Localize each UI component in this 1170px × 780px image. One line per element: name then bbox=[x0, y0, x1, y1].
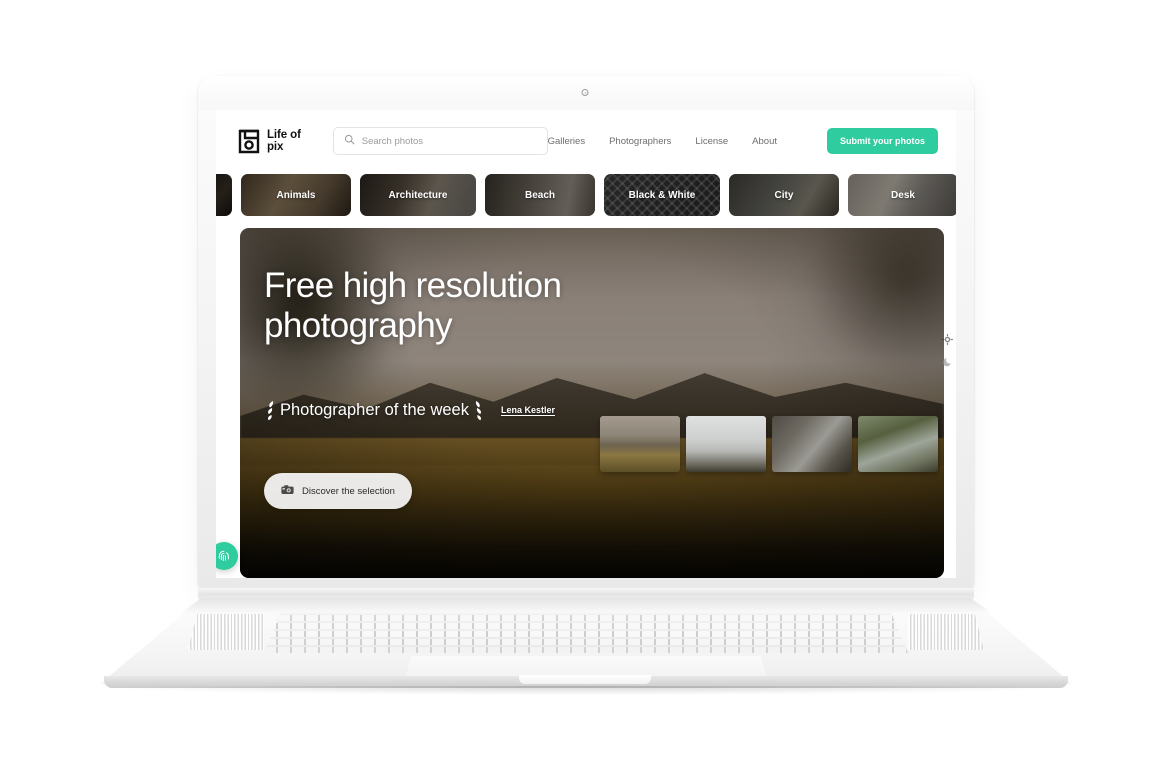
category-chip-city[interactable]: City bbox=[729, 174, 839, 216]
camera-logo-icon bbox=[238, 129, 260, 154]
brand-logo[interactable]: Life of pix bbox=[238, 129, 311, 154]
nav-item-photographers[interactable]: Photographers bbox=[609, 136, 671, 147]
theme-switch[interactable] bbox=[936, 332, 956, 367]
search-icon bbox=[344, 132, 355, 150]
brand-name: Life of pix bbox=[267, 128, 301, 153]
chip-label: Black & White bbox=[628, 189, 696, 201]
page-title: Free high resolution photography bbox=[264, 266, 684, 345]
laurel-wreath-icon bbox=[264, 399, 277, 421]
laptop-mockup: Life of pix Search photos Galleries Phot… bbox=[0, 0, 1170, 780]
category-chip-beach[interactable]: Beach bbox=[485, 174, 595, 216]
chip-label: Beach bbox=[524, 189, 555, 201]
chip-label: Architecture bbox=[388, 189, 448, 201]
discover-selection-button[interactable]: Discover the selection bbox=[264, 473, 412, 510]
nav-item-galleries[interactable]: Galleries bbox=[548, 136, 586, 147]
browser-viewport: Life of pix Search photos Galleries Phot… bbox=[216, 110, 956, 578]
moon-icon[interactable] bbox=[942, 354, 953, 367]
sun-icon[interactable] bbox=[941, 332, 953, 346]
thumbnail-snowy-dolomites[interactable] bbox=[686, 416, 766, 472]
speaker-grille-left bbox=[188, 614, 264, 650]
base-top-shadow bbox=[177, 598, 995, 614]
camera-icon bbox=[281, 482, 294, 500]
photographer-name-link[interactable]: Lena Kestler bbox=[501, 405, 555, 415]
nav-item-about[interactable]: About bbox=[752, 136, 777, 147]
laptop-keyboard bbox=[264, 613, 908, 653]
fingerprint-icon bbox=[218, 550, 229, 561]
base-front-notch bbox=[519, 675, 651, 684]
discover-label: Discover the selection bbox=[302, 485, 395, 497]
webcam-icon bbox=[581, 89, 589, 96]
hero-title-line1: Free high resolution bbox=[264, 266, 562, 305]
search-placeholder: Search photos bbox=[361, 135, 423, 147]
category-chip-black-and-white[interactable]: Black & White bbox=[604, 174, 720, 216]
category-chip-desk[interactable]: Desk bbox=[848, 174, 956, 216]
chip-label: Animals bbox=[276, 189, 316, 201]
category-chip-architecture[interactable]: Architecture bbox=[360, 174, 476, 216]
photographer-of-week-heading: Photographer of the week bbox=[264, 399, 485, 421]
photographer-of-week-label: Photographer of the week bbox=[280, 400, 469, 419]
thumbnail-rocky-cliff[interactable] bbox=[772, 416, 852, 472]
thumbnail-caravan-forest[interactable] bbox=[858, 416, 938, 472]
fingerprint-badge[interactable] bbox=[216, 542, 238, 570]
floor-shadow bbox=[96, 686, 1076, 695]
search-input[interactable]: Search photos bbox=[332, 127, 548, 155]
submit-photos-button[interactable]: Submit your photos bbox=[827, 128, 938, 154]
laurel-wreath-icon bbox=[472, 399, 485, 421]
chip-thumbnail bbox=[216, 174, 232, 216]
hero-banner: Free high resolution photography Photogr… bbox=[240, 228, 944, 578]
site-header: Life of pix Search photos Galleries Phot… bbox=[216, 110, 956, 172]
speaker-grille-right bbox=[908, 614, 984, 650]
category-chip-animals[interactable]: Animals bbox=[241, 174, 351, 216]
category-chip-partial-left[interactable] bbox=[216, 174, 232, 216]
chip-label: City bbox=[774, 189, 794, 201]
photographer-thumbnail-strip bbox=[600, 416, 938, 472]
nav-item-license[interactable]: License bbox=[695, 136, 728, 147]
chip-label: Desk bbox=[891, 189, 915, 201]
main-nav: Galleries Photographers License About Su… bbox=[548, 128, 938, 154]
hero-title-line2: photography bbox=[264, 305, 453, 345]
thumbnail-golden-field-mountains[interactable] bbox=[600, 416, 680, 472]
category-chip-row[interactable]: Animals Architecture Beach Black & White bbox=[216, 172, 956, 218]
website-page: Life of pix Search photos Galleries Phot… bbox=[216, 110, 956, 578]
